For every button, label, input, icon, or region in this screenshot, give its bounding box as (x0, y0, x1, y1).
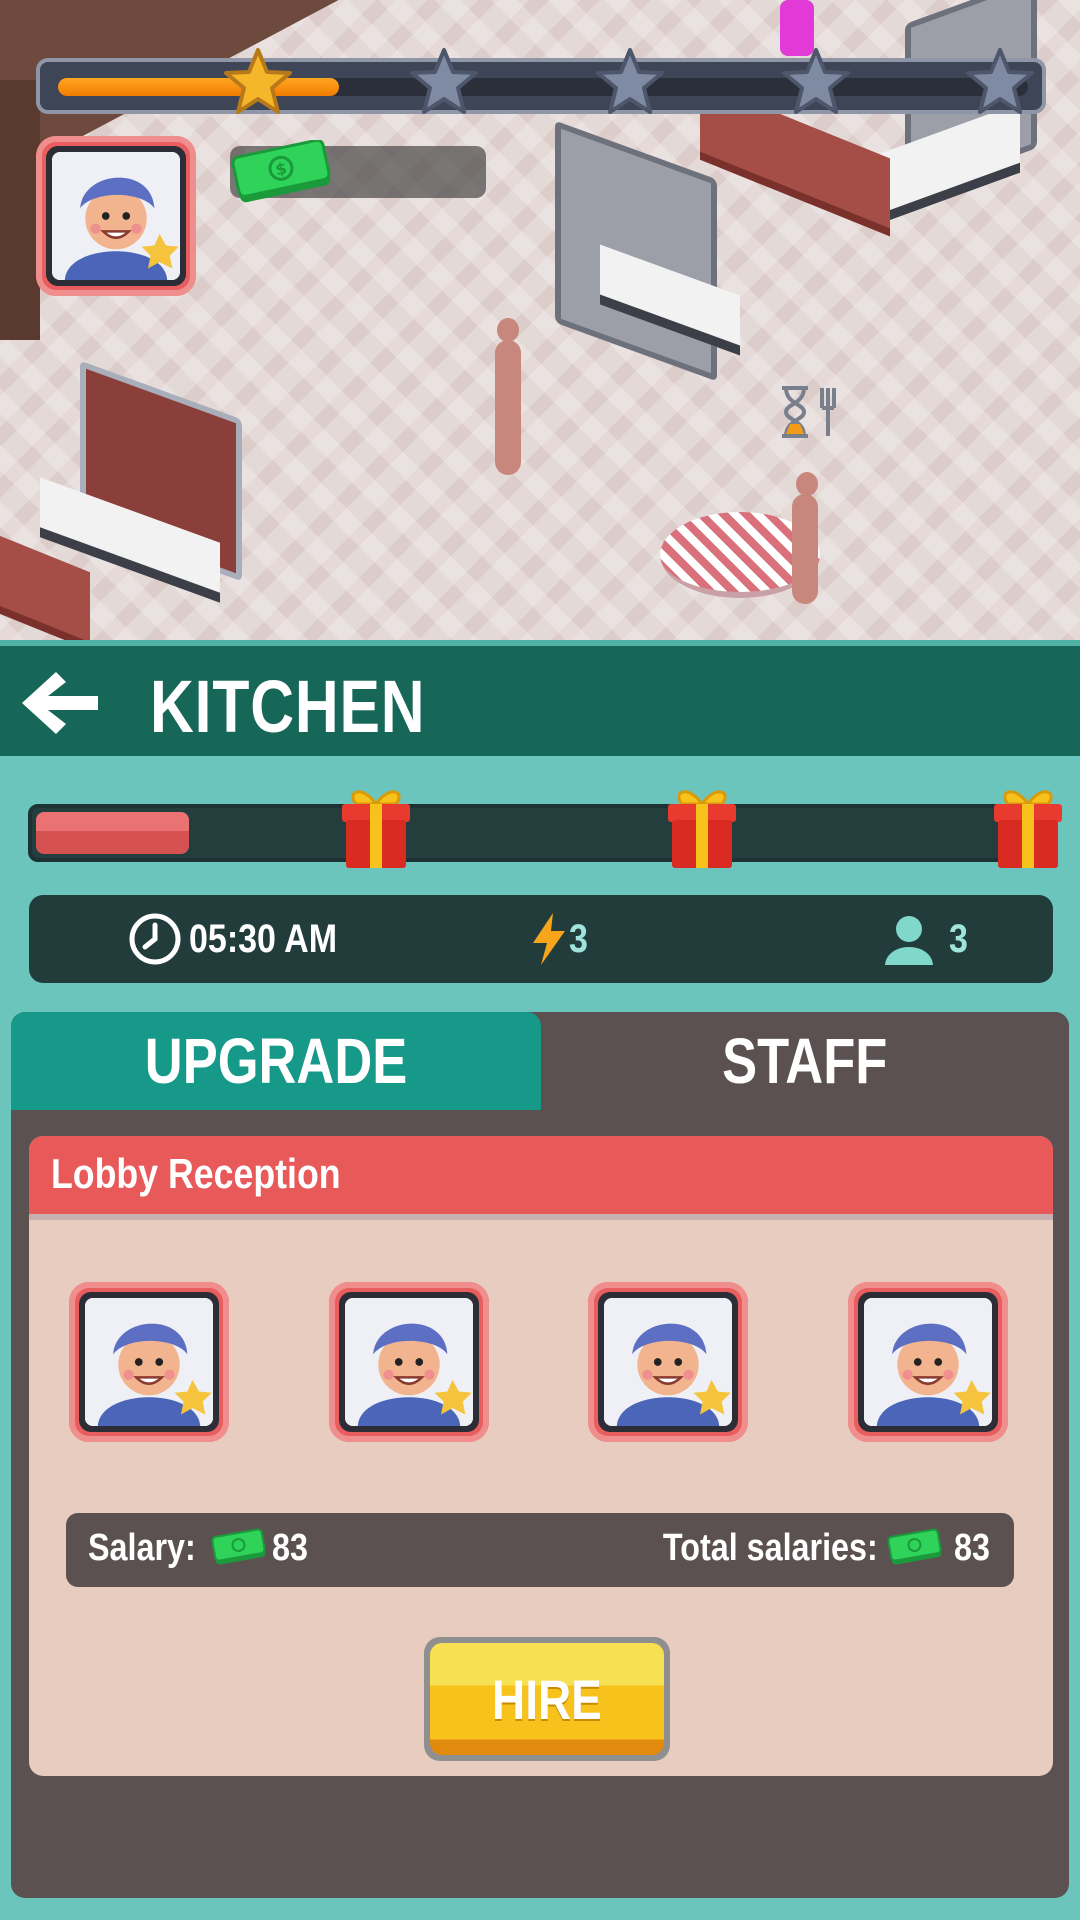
main-panel: UPGRADE STAFF Lobby Reception Salary: 83… (11, 1012, 1069, 1898)
staff-portrait-icon (345, 1298, 473, 1426)
star-progress-fill (58, 78, 339, 96)
staff-person-icon (885, 916, 933, 965)
hire-button-label: HIRE (492, 1667, 602, 1731)
star-empty-icon (964, 46, 1036, 118)
money-icon (211, 1528, 266, 1565)
tab-upgrade-label: UPGRADE (144, 1025, 408, 1097)
tab-staff-label: STAFF (722, 1025, 888, 1097)
total-salaries-value: 83 (954, 1527, 990, 1569)
hourglass-icon (782, 386, 836, 438)
staff-slot[interactable] (588, 1282, 748, 1442)
star-progress-track (58, 78, 1028, 96)
star-empty-icon (408, 46, 480, 118)
staff-portrait-icon (604, 1298, 732, 1426)
customer-seated-head (796, 472, 818, 496)
reward-progress-fill (36, 812, 189, 854)
gift-box-icon[interactable] (336, 782, 416, 872)
reward-progress-bar (28, 804, 1058, 862)
staff-card-header: Lobby Reception (29, 1136, 1053, 1220)
salary-bar: Salary: 83 Total salaries: 83 (66, 1513, 1014, 1587)
energy-value: 3 (569, 917, 588, 961)
staff-portrait-icon (85, 1298, 213, 1426)
customer-head (497, 318, 519, 342)
customer-walking (495, 340, 521, 475)
staff-count-value: 3 (949, 917, 968, 961)
time-value: 05:30 AM (189, 917, 338, 961)
gift-box-icon[interactable] (662, 782, 742, 872)
staff-card-title: Lobby Reception (51, 1150, 341, 1197)
staff-slot[interactable] (848, 1282, 1008, 1442)
salary-value: 83 (272, 1527, 308, 1569)
star-empty-icon (594, 46, 666, 118)
salary-label: Salary: (88, 1527, 196, 1569)
gift-box-icon[interactable] (988, 782, 1068, 872)
total-salaries-label: Total salaries: (663, 1527, 878, 1569)
star-rating-hud (36, 48, 1046, 118)
star-progress-bar (36, 58, 1046, 114)
header-bar: KITCHEN (0, 640, 1080, 756)
hire-button[interactable]: HIRE (424, 1637, 670, 1761)
back-button[interactable] (18, 668, 104, 738)
staff-portrait-icon (864, 1298, 992, 1426)
tab-upgrade[interactable]: UPGRADE (11, 1012, 541, 1110)
player-avatar[interactable] (36, 136, 196, 296)
staff-slot[interactable] (69, 1282, 229, 1442)
character-portrait-icon (52, 152, 180, 280)
restaurant-wall-side (0, 80, 40, 340)
star-empty-icon (780, 46, 852, 118)
staff-slot[interactable] (329, 1282, 489, 1442)
stats-bar: 05:30 AM 3 3 (29, 895, 1053, 983)
back-arrow-icon (22, 672, 98, 734)
money-icon (887, 1528, 942, 1565)
page-title: KITCHEN (150, 665, 426, 748)
tab-staff[interactable]: STAFF (541, 1012, 1069, 1110)
customer-seated (792, 494, 818, 604)
star-earned-icon (222, 46, 294, 118)
staff-card: Lobby Reception Salary: 83 Total salarie… (29, 1136, 1053, 1776)
cash-icon: $ (228, 138, 338, 206)
clock-icon (129, 913, 181, 965)
booth-back-center (555, 120, 717, 382)
